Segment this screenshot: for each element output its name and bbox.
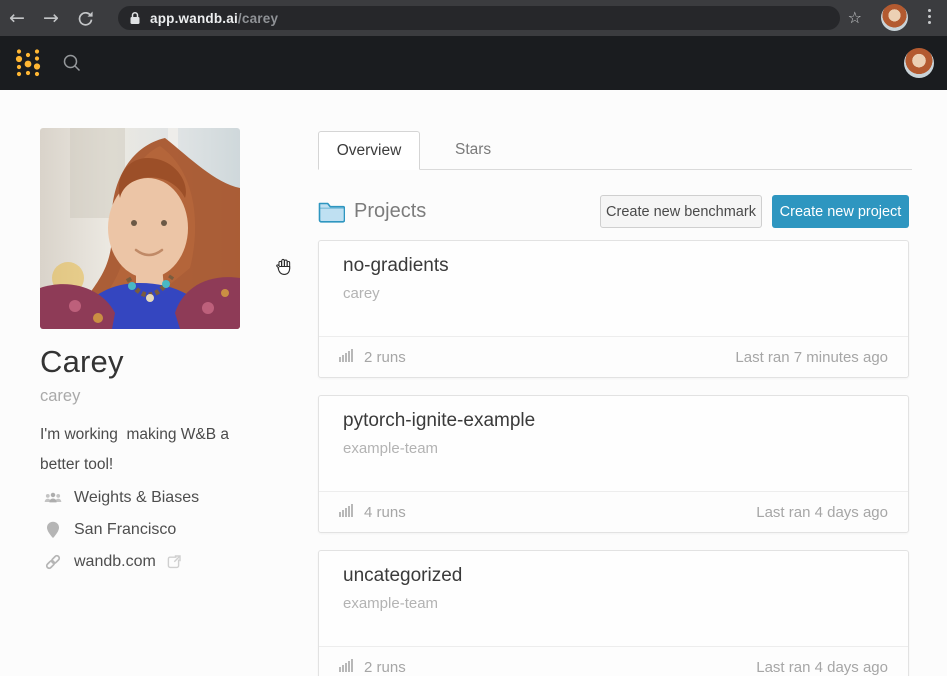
runs-count: 2 runs (364, 659, 406, 676)
last-ran-label: Last ran 4 days ago (756, 504, 888, 521)
project-owner: example-team (343, 440, 438, 457)
project-title[interactable]: uncategorized (343, 565, 462, 587)
detail-company: Weights & Biases (44, 488, 199, 508)
link-icon (44, 553, 62, 571)
tab-stars[interactable]: Stars (445, 131, 501, 170)
page-content: Carey carey I'm working making W&B a bet… (0, 90, 947, 676)
last-ran-label: Last ran 7 minutes ago (735, 349, 888, 366)
runs-count: 4 runs (364, 504, 406, 521)
website-link[interactable]: wandb.com (74, 553, 156, 571)
url-text: app.wandb.ai/carey (150, 11, 278, 26)
project-title[interactable]: pytorch-ignite-example (343, 410, 535, 432)
search-icon[interactable] (63, 54, 81, 77)
external-link-icon[interactable] (166, 554, 182, 570)
profile-name: Carey (40, 344, 124, 380)
wandb-logo-icon[interactable] (13, 45, 43, 86)
project-title[interactable]: no-gradients (343, 255, 449, 277)
browser-toolbar: ← → app.wandb.ai/carey ☆ (0, 0, 947, 36)
location-label: San Francisco (74, 521, 176, 539)
https-lock-icon[interactable] (129, 11, 141, 25)
people-icon (44, 491, 62, 505)
project-card-footer: 2 runs Last ran 7 minutes ago (319, 336, 908, 377)
profile-bio: I'm working making W&B a better tool! (40, 420, 229, 480)
tab-overview[interactable]: Overview (318, 131, 420, 170)
wandb-navbar (0, 36, 947, 90)
runs-bars-icon (339, 658, 356, 676)
url-host: app.wandb.ai (150, 11, 238, 26)
projects-header: Projects Create new benchmark Create new… (318, 195, 912, 229)
project-owner: example-team (343, 595, 438, 612)
project-owner: carey (343, 285, 380, 302)
address-bar[interactable]: app.wandb.ai/carey (118, 6, 840, 30)
url-path: /carey (238, 11, 278, 26)
project-card-footer: 4 runs Last ran 4 days ago (319, 491, 908, 532)
last-ran-label: Last ran 4 days ago (756, 659, 888, 676)
project-card-footer: 2 runs Last ran 4 days ago (319, 646, 908, 676)
browser-profile-avatar[interactable] (881, 4, 908, 31)
profile-details: Weights & Biases San Francisco wandb.com (44, 488, 199, 584)
detail-website: wandb.com (44, 552, 199, 572)
profile-photo (40, 128, 240, 329)
browser-back-icon[interactable]: ← (0, 7, 34, 29)
location-pin-icon (44, 521, 62, 539)
browser-menu-icon[interactable] (928, 9, 931, 24)
hand-cursor-icon (274, 256, 295, 282)
project-card[interactable]: uncategorized example-team 2 runs Last r… (318, 550, 909, 676)
create-benchmark-button[interactable]: Create new benchmark (600, 195, 762, 228)
detail-location: San Francisco (44, 520, 199, 540)
project-card[interactable]: pytorch-ignite-example example-team 4 ru… (318, 395, 909, 533)
runs-bars-icon (339, 348, 356, 367)
user-avatar[interactable] (904, 48, 934, 78)
company-label: Weights & Biases (74, 489, 199, 507)
folder-icon (318, 200, 345, 228)
bookmark-star-icon[interactable]: ☆ (848, 8, 862, 28)
browser-forward-icon[interactable]: → (34, 7, 68, 29)
runs-count: 2 runs (364, 349, 406, 366)
profile-username: carey (40, 387, 80, 406)
create-project-button[interactable]: Create new project (772, 195, 909, 228)
project-card[interactable]: no-gradients carey 2 runs Last ran 7 min… (318, 240, 909, 378)
main-column: Overview Stars Projects Create new bench… (318, 90, 912, 676)
projects-section-title: Projects (354, 200, 426, 223)
runs-bars-icon (339, 503, 356, 522)
browser-reload-icon[interactable] (68, 10, 102, 27)
